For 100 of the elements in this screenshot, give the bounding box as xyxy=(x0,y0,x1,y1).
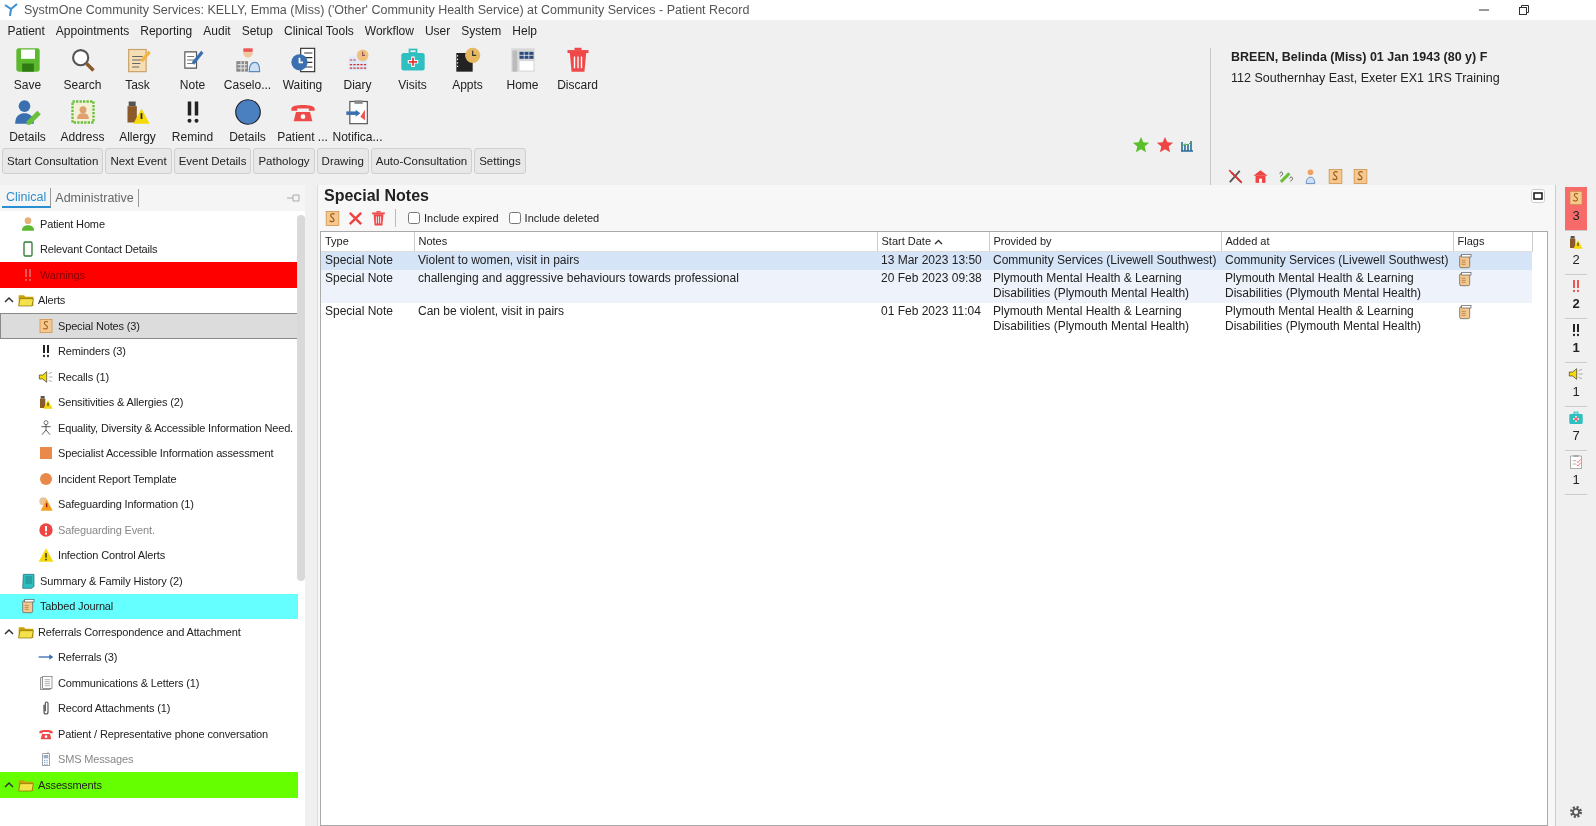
tree-item[interactable]: Reminders (3) xyxy=(0,338,298,364)
column-header[interactable]: Start Date xyxy=(877,232,989,251)
tree-item[interactable]: Referrals (3) xyxy=(0,644,298,670)
tree-item[interactable]: Assessments xyxy=(0,772,298,798)
toolbar-button[interactable]: Allergy xyxy=(110,94,165,146)
toolbar-button[interactable]: Discard xyxy=(550,42,605,94)
circle-icon xyxy=(38,470,54,487)
crossed-tools-icon[interactable] xyxy=(1227,168,1244,185)
star-icon[interactable] xyxy=(1156,135,1174,154)
tree-item[interactable]: Referrals Correspondence and Attachment xyxy=(0,619,298,645)
alert-counter[interactable]: 2 xyxy=(1565,231,1587,275)
toolbar-button[interactable]: Waiting xyxy=(275,42,330,94)
toolbar-button[interactable]: Save xyxy=(0,42,55,94)
medical-bag-icon xyxy=(1568,410,1584,426)
column-header[interactable]: Type xyxy=(321,232,414,251)
scroll-s-icon[interactable] xyxy=(1352,168,1369,185)
collapse-caret-icon[interactable] xyxy=(4,296,14,305)
house-icon[interactable] xyxy=(1252,168,1269,185)
trash-icon[interactable] xyxy=(370,209,387,227)
delete-icon[interactable] xyxy=(347,209,364,227)
toolbar-button[interactable]: Appts xyxy=(440,42,495,94)
function-button[interactable]: Auto-Consultation xyxy=(370,148,473,174)
function-button[interactable]: Next Event xyxy=(105,148,172,174)
alert-counter[interactable]: 1 xyxy=(1565,451,1587,495)
menu-item[interactable]: Patient xyxy=(2,22,51,40)
menu-item[interactable]: Appointments xyxy=(50,22,135,40)
toolbar-button[interactable]: Details xyxy=(220,94,275,146)
function-button[interactable]: Drawing xyxy=(316,148,369,174)
column-header[interactable]: Provided by xyxy=(989,232,1221,251)
patient-address: 112 Southernhay East, Exeter EX1 1RS Training xyxy=(1231,69,1501,87)
document-icon xyxy=(38,674,54,691)
sidebar-tab[interactable]: Administrative xyxy=(51,189,139,207)
settings-icon[interactable] xyxy=(1568,803,1584,820)
tree-item[interactable]: Incident Report Template xyxy=(0,466,298,492)
restore-icon[interactable] xyxy=(1518,4,1530,16)
menu-item[interactable]: User xyxy=(419,22,456,40)
scrollbar[interactable] xyxy=(297,215,305,581)
tree-item[interactable]: Patient Home xyxy=(0,211,298,237)
scroll-s-icon[interactable] xyxy=(1327,168,1344,185)
column-header[interactable]: Flags xyxy=(1453,232,1532,251)
toolbar-button[interactable]: Address xyxy=(55,94,110,146)
checkbox[interactable] xyxy=(508,212,521,224)
collapse-caret-icon[interactable] xyxy=(4,780,14,789)
tree-item[interactable]: Tabbed Journal xyxy=(0,593,298,619)
tree-item[interactable]: Infection Control Alerts xyxy=(0,542,298,568)
toolbar-button[interactable]: Diary xyxy=(330,42,385,94)
tree-item[interactable]: Alerts xyxy=(0,287,298,313)
toolbar-button[interactable]: Home xyxy=(495,42,550,94)
toolbar-button[interactable]: Caselo... xyxy=(220,42,275,94)
alert-counter[interactable]: 1 xyxy=(1565,319,1587,363)
menu-item[interactable]: System xyxy=(455,22,507,40)
tree-item[interactable]: Patient / Representative phone conversation xyxy=(0,721,298,747)
alert-counter[interactable]: 3 xyxy=(1565,187,1587,231)
clock-list-icon xyxy=(288,46,317,74)
function-button[interactable]: Pathology xyxy=(253,148,315,174)
toolbar-button[interactable]: Task xyxy=(110,42,165,94)
table-cell: challenging and aggressive behaviours towards professional xyxy=(414,269,877,303)
menu-item[interactable]: Reporting xyxy=(134,22,198,40)
checkbox-label[interactable]: Include expired xyxy=(424,209,499,227)
column-header[interactable]: Notes xyxy=(414,232,877,251)
tree-item[interactable]: Recalls (1) xyxy=(0,364,298,390)
alert-counter[interactable]: 1 xyxy=(1565,363,1587,407)
warning-bottle-icon xyxy=(38,394,54,411)
tree-item[interactable]: Equality, Diversity & Accessible Information Need. xyxy=(0,415,298,441)
star-icon[interactable] xyxy=(1132,135,1150,154)
collapse-caret-icon[interactable] xyxy=(4,627,14,636)
journal-icon xyxy=(1457,252,1473,269)
toolbar-button[interactable]: Visits xyxy=(385,42,440,94)
tree-item[interactable]: Summary & Family History (2) xyxy=(0,568,298,594)
tree-item[interactable]: Sensitivities & Allergies (2) xyxy=(0,389,298,415)
alert-counter[interactable]: 2 xyxy=(1565,275,1587,319)
menu-item[interactable]: Workflow xyxy=(359,22,420,40)
toolbar-button[interactable]: Search xyxy=(55,42,110,94)
menu-item[interactable]: Clinical Tools xyxy=(278,22,360,40)
toolbar-button[interactable]: Patient ... xyxy=(275,94,330,146)
window-title: SystmOne Community Services: KELLY, Emma (Miss) ('Other' Community Health Service) at Community Services - Patient Record xyxy=(24,1,750,19)
menu-item[interactable]: Setup xyxy=(236,22,279,40)
toolbar-button[interactable]: Note xyxy=(165,42,220,94)
menu-item[interactable]: Audit xyxy=(197,22,237,40)
column-header[interactable]: Added at xyxy=(1221,232,1453,251)
journal-icon xyxy=(1457,303,1473,320)
menu-item[interactable]: Help xyxy=(506,22,543,40)
tree-item[interactable]: Special Notes (3) xyxy=(0,313,298,339)
scroll-s-icon[interactable] xyxy=(324,209,341,227)
tree-item[interactable]: Communications & Letters (1) xyxy=(0,670,298,696)
function-button[interactable]: Start Consultation xyxy=(2,148,104,174)
alert-counter[interactable]: 7 xyxy=(1565,407,1587,451)
checkbox[interactable] xyxy=(408,212,420,224)
function-button[interactable]: Event Details xyxy=(173,148,252,174)
function-button[interactable]: Settings xyxy=(474,148,526,174)
tree-item[interactable]: Relevant Contact Details xyxy=(0,236,298,262)
tree-item[interactable]: Specialist Accessible Information assessment xyxy=(0,440,298,466)
toolbar-button[interactable]: Remind xyxy=(165,94,220,146)
tree-item[interactable]: Record Attachments (1) xyxy=(0,695,298,721)
toolbar-button[interactable]: Details xyxy=(0,94,55,146)
toolbar-button[interactable]: Notifica... xyxy=(330,94,385,146)
checkbox-label[interactable]: Include deleted xyxy=(524,209,600,227)
clipboard-tick-icon xyxy=(1568,454,1584,470)
maximize-icon[interactable] xyxy=(1531,189,1545,203)
tree-item[interactable]: Safeguarding Information (1) xyxy=(0,491,298,517)
